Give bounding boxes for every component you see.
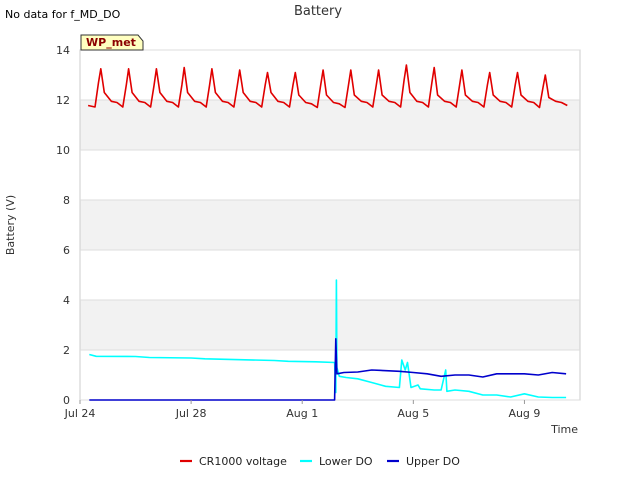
background-band (80, 200, 580, 250)
x-axis-ticks: Jul 24 Jul 28 Aug 1 Aug 5 Aug 9 (64, 400, 540, 420)
station-tag: WP_met (80, 34, 144, 51)
y-tick-label: 2 (63, 344, 70, 357)
y-tick-label: 12 (56, 94, 70, 107)
legend-label: Lower DO (319, 455, 373, 468)
x-tick-label: Jul 28 (175, 407, 207, 420)
station-tag-label: WP_met (86, 36, 136, 49)
y-tick-label: 10 (56, 144, 70, 157)
x-tick-label: Aug 1 (286, 407, 318, 420)
y-tick-label: 6 (63, 244, 70, 257)
y-axis-label: Battery (V) (4, 195, 17, 255)
legend-label: CR1000 voltage (199, 455, 287, 468)
x-tick-label: Jul 24 (64, 407, 96, 420)
y-tick-label: 8 (63, 194, 70, 207)
x-axis-label: Time (550, 423, 578, 436)
background-band (80, 300, 580, 350)
y-tick-label: 14 (56, 44, 70, 57)
legend: CR1000 voltage Lower DO Upper DO (180, 455, 460, 468)
background-band (80, 100, 580, 150)
x-tick-label: Aug 5 (397, 407, 429, 420)
y-tick-label: 4 (63, 294, 70, 307)
background-bands (80, 100, 580, 350)
y-axis-ticks: 0 2 4 6 8 10 12 14 (56, 44, 70, 407)
legend-label: Upper DO (406, 455, 460, 468)
y-tick-label: 0 (63, 394, 70, 407)
chart-title: Battery (294, 4, 342, 19)
x-tick-label: Aug 9 (508, 407, 540, 420)
battery-chart: Battery 0 2 4 6 8 10 12 14 Jul 24 Jul 28 Aug 1 Aug… (4, 4, 581, 468)
